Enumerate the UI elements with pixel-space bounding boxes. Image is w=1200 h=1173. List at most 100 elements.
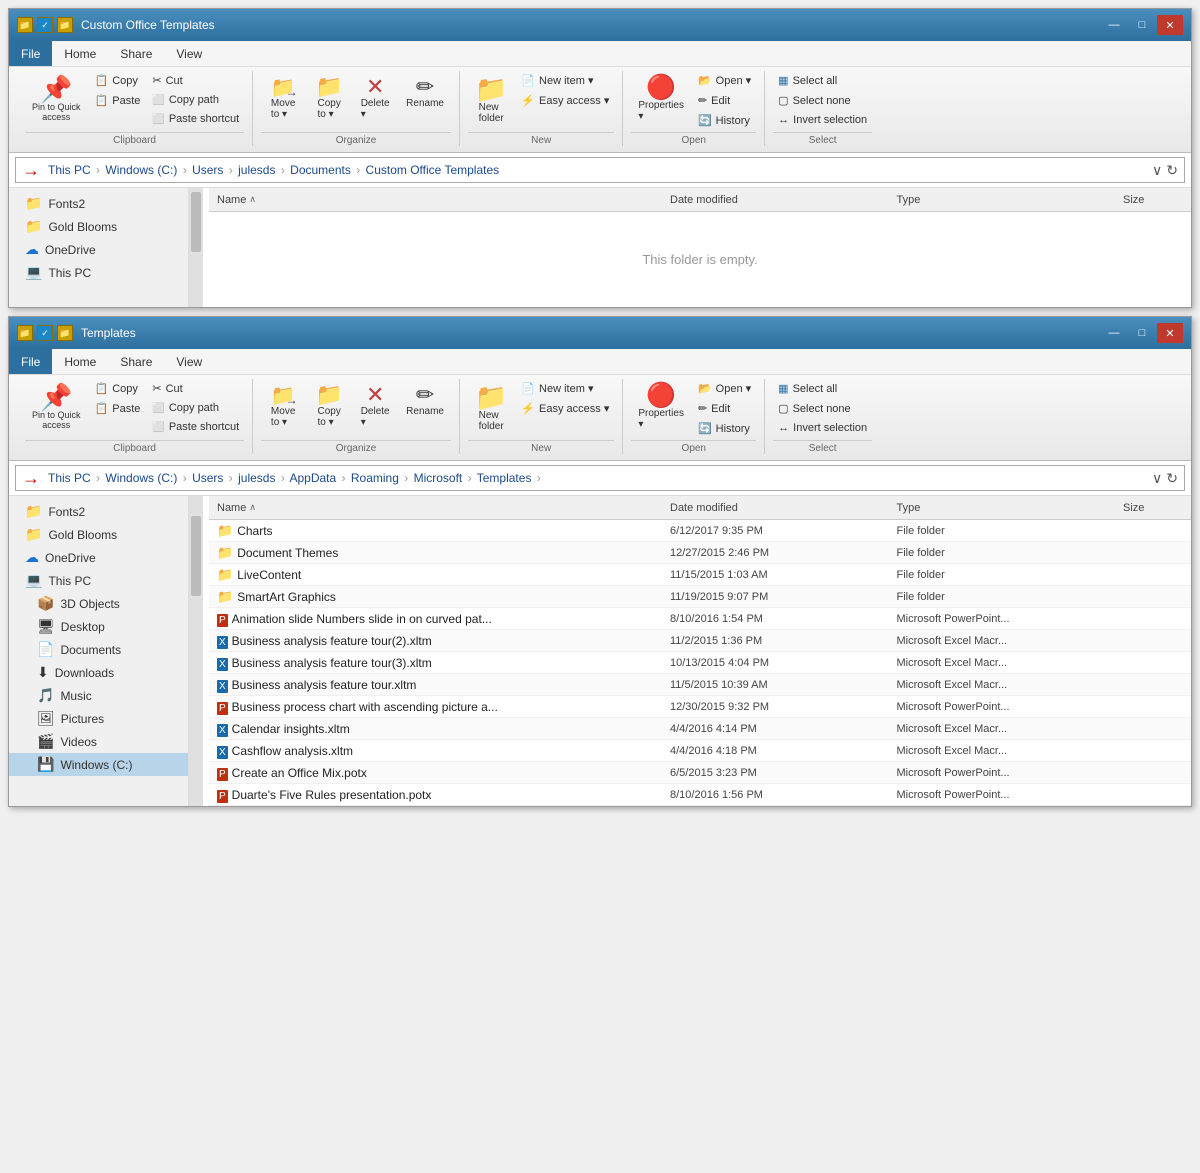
path-appdata-2[interactable]: AppData [289, 471, 336, 485]
paste-btn-2[interactable]: 📋 Paste [90, 399, 146, 418]
pasteshortcut-btn-1[interactable]: ⬜ Paste shortcut [147, 110, 244, 128]
newitem-btn-1[interactable]: 📄 New item ▾ [516, 71, 614, 90]
path-windows-2[interactable]: Windows (C:) [105, 471, 177, 485]
minimize-btn-2[interactable]: — [1101, 323, 1127, 343]
newfolder-btn-1[interactable]: 📁 Newfolder [468, 71, 514, 129]
address-refresh-2[interactable]: ↻ [1166, 470, 1178, 487]
sidebar-item-onedrive-1[interactable]: ☁ OneDrive [9, 238, 188, 261]
path-thispc-1[interactable]: This PC [48, 163, 91, 177]
address-dropdown-1[interactable]: ∨ [1152, 162, 1162, 179]
menu-file-2[interactable]: File [9, 349, 52, 374]
sidebar-item-windowsc[interactable]: 💾 Windows (C:) [9, 753, 188, 776]
address-path-1[interactable]: This PC › Windows (C:) › Users › julesds… [48, 163, 1152, 177]
address-path-2[interactable]: This PC › Windows (C:) › Users › julesds… [48, 471, 1152, 485]
sidebar-item-goldblooms-2[interactable]: 📁 Gold Blooms [9, 523, 188, 546]
path-folder-1[interactable]: Custom Office Templates [366, 163, 500, 177]
path-user-1[interactable]: julesds [238, 163, 275, 177]
copypath-btn-1[interactable]: ⬜ Copy path [147, 91, 244, 109]
col-size-1[interactable]: Size [1123, 194, 1183, 206]
col-date-1[interactable]: Date modified [670, 194, 897, 206]
table-row[interactable]: P Business process chart with ascending … [209, 696, 1191, 718]
scrollbar-thumb-2[interactable] [191, 516, 201, 596]
scrollbar-2[interactable] [189, 496, 203, 806]
properties-btn-2[interactable]: 🔴 Properties▾ [631, 379, 691, 435]
rename-btn-1[interactable]: ✏ Rename [399, 71, 451, 114]
selectall-btn-1[interactable]: ▦ Select all [773, 71, 872, 90]
sidebar-item-goldblooms-1[interactable]: 📁 Gold Blooms [9, 215, 188, 238]
path-microsoft-2[interactable]: Microsoft [414, 471, 463, 485]
col-size-2[interactable]: Size [1123, 502, 1183, 514]
minimize-btn-1[interactable]: — [1101, 15, 1127, 35]
sidebar-item-downloads[interactable]: ⬇ Downloads [9, 661, 188, 684]
sidebar-item-thispc-2[interactable]: 💻 This PC [9, 569, 188, 592]
pin-to-quick-btn-2[interactable]: 📌 Pin to Quickaccess [25, 379, 88, 435]
easyaccess-btn-2[interactable]: ⚡ Easy access ▾ [516, 399, 614, 418]
menu-share-1[interactable]: Share [108, 41, 164, 66]
col-type-1[interactable]: Type [897, 194, 1124, 206]
path-users-1[interactable]: Users [192, 163, 223, 177]
rename-btn-2[interactable]: ✏ Rename [399, 379, 451, 422]
sidebar-item-music[interactable]: 🎵 Music [9, 684, 188, 707]
table-row[interactable]: P Create an Office Mix.potx 6/5/2015 3:2… [209, 762, 1191, 784]
sidebar-item-pictures[interactable]: 🖼 Pictures [9, 707, 188, 730]
delete-btn-2[interactable]: ✕ Delete▾ [353, 379, 397, 433]
table-row[interactable]: X Business analysis feature tour(3).xltm… [209, 652, 1191, 674]
open-btn-1[interactable]: 📂 Open ▾ [693, 71, 756, 90]
cut-btn-2[interactable]: ✂ Cut [147, 379, 244, 398]
close-btn-1[interactable]: ✕ [1157, 15, 1183, 35]
scrollbar-1[interactable] [189, 188, 203, 307]
table-row[interactable]: P Duarte's Five Rules presentation.potx … [209, 784, 1191, 806]
sidebar-item-thispc-1[interactable]: 💻 This PC [9, 261, 188, 284]
table-row[interactable]: P Animation slide Numbers slide in on cu… [209, 608, 1191, 630]
table-row[interactable]: 📁 LiveContent 11/15/2015 1:03 AM File fo… [209, 564, 1191, 586]
selectnone-btn-2[interactable]: ▢ Select none [773, 399, 872, 418]
sidebar-item-desktop[interactable]: 🖥 Desktop [9, 615, 188, 638]
menu-home-1[interactable]: Home [52, 41, 108, 66]
table-row[interactable]: 📁 SmartArt Graphics 11/19/2015 9:07 PM F… [209, 586, 1191, 608]
col-name-1[interactable]: Name ∧ [217, 194, 670, 206]
edit-btn-2[interactable]: ✏ Edit [693, 399, 756, 418]
menu-view-2[interactable]: View [164, 349, 214, 374]
table-row[interactable]: 📁 Document Themes 12/27/2015 2:46 PM Fil… [209, 542, 1191, 564]
path-documents-1[interactable]: Documents [290, 163, 351, 177]
moveto-btn-1[interactable]: 📁→ Moveto ▾ [261, 71, 305, 125]
paste-btn-1[interactable]: 📋 Paste [90, 91, 146, 110]
invertselection-btn-1[interactable]: ↔ Invert selection [773, 111, 872, 129]
menu-view-1[interactable]: View [164, 41, 214, 66]
moveto-btn-2[interactable]: 📁→ Moveto ▾ [261, 379, 305, 433]
copyto-btn-1[interactable]: 📁 Copyto ▾ [307, 71, 351, 125]
close-btn-2[interactable]: ✕ [1157, 323, 1183, 343]
address-refresh-1[interactable]: ↻ [1166, 162, 1178, 179]
copypath-btn-2[interactable]: ⬜ Copy path [147, 399, 244, 417]
cut-btn-1[interactable]: ✂ Cut [147, 71, 244, 90]
menu-share-2[interactable]: Share [108, 349, 164, 374]
col-date-2[interactable]: Date modified [670, 502, 897, 514]
path-templates-2[interactable]: Templates [477, 471, 532, 485]
properties-btn-1[interactable]: 🔴 Properties▾ [631, 71, 691, 127]
edit-btn-1[interactable]: ✏ Edit [693, 91, 756, 110]
copyto-btn-2[interactable]: 📁 Copyto ▾ [307, 379, 351, 433]
menu-file-1[interactable]: File [9, 41, 52, 66]
menu-home-2[interactable]: Home [52, 349, 108, 374]
newitem-btn-2[interactable]: 📄 New item ▾ [516, 379, 614, 398]
col-name-2[interactable]: Name ∧ [217, 502, 670, 514]
path-users-2[interactable]: Users [192, 471, 223, 485]
history-btn-1[interactable]: 🔄 History [693, 111, 756, 130]
copy-btn-1[interactable]: 📋 Copy [90, 71, 146, 90]
path-roaming-2[interactable]: Roaming [351, 471, 399, 485]
delete-btn-1[interactable]: ✕ Delete▾ [353, 71, 397, 125]
table-row[interactable]: X Cashflow analysis.xltm 4/4/2016 4:18 P… [209, 740, 1191, 762]
path-windows-1[interactable]: Windows (C:) [105, 163, 177, 177]
newfolder-btn-2[interactable]: 📁 Newfolder [468, 379, 514, 437]
selectall-btn-2[interactable]: ▦ Select all [773, 379, 872, 398]
maximize-btn-1[interactable]: □ [1129, 15, 1155, 35]
address-dropdown-2[interactable]: ∨ [1152, 470, 1162, 487]
table-row[interactable]: X Calendar insights.xltm 4/4/2016 4:14 P… [209, 718, 1191, 740]
sidebar-item-onedrive-2[interactable]: ☁ OneDrive [9, 546, 188, 569]
scrollbar-thumb-1[interactable] [191, 192, 201, 252]
invertselection-btn-2[interactable]: ↔ Invert selection [773, 419, 872, 437]
selectnone-btn-1[interactable]: ▢ Select none [773, 91, 872, 110]
pin-to-quick-btn-1[interactable]: 📌 Pin to Quickaccess [25, 71, 88, 127]
copy-btn-2[interactable]: 📋 Copy [90, 379, 146, 398]
history-btn-2[interactable]: 🔄 History [693, 419, 756, 438]
